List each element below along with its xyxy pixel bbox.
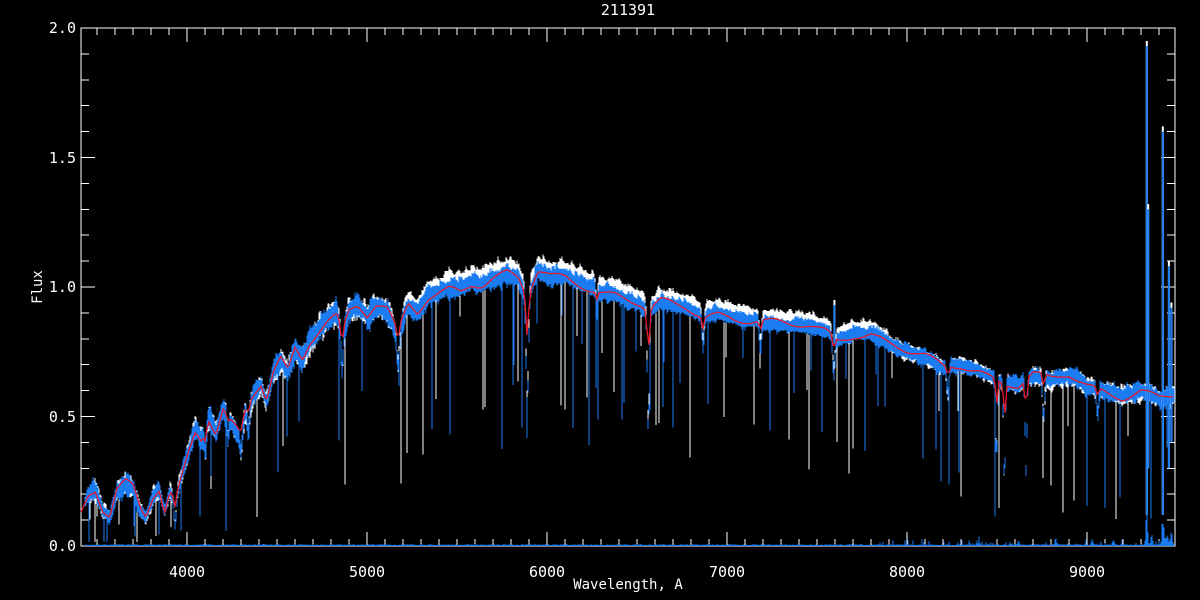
observed-spectrum-trace xyxy=(84,260,1175,543)
emission-spikes xyxy=(833,40,1173,515)
x-tick-label: 7000 xyxy=(709,563,745,581)
spectrum-figure: 4000 5000 6000 7000 8000 9000 0.0 0.5 1.0 1.5 2.0 … xyxy=(0,0,1200,600)
x-tick-label: 5000 xyxy=(349,563,385,581)
x-tick-label: 8000 xyxy=(889,563,925,581)
x-axis-label: Wavelength, A xyxy=(573,577,683,593)
spectrum-chart: 4000 5000 6000 7000 8000 90000.00.51.01.52.0 … xyxy=(30,1,1176,593)
sky-residual-trace xyxy=(84,508,1175,546)
y-tick-label: 0.0 xyxy=(49,537,76,555)
y-tick-label: 1.5 xyxy=(49,149,76,167)
x-tick-label: 9000 xyxy=(1069,563,1105,581)
chart-title: 211391 xyxy=(601,1,655,19)
y-tick-label: 2.0 xyxy=(49,19,76,37)
y-tick-label: 1.0 xyxy=(49,278,76,296)
x-tick-label: 6000 xyxy=(529,563,565,581)
y-axis-label: Flux xyxy=(30,270,46,304)
y-tick-label: 0.5 xyxy=(49,408,76,426)
x-tick-label: 4000 xyxy=(169,563,205,581)
